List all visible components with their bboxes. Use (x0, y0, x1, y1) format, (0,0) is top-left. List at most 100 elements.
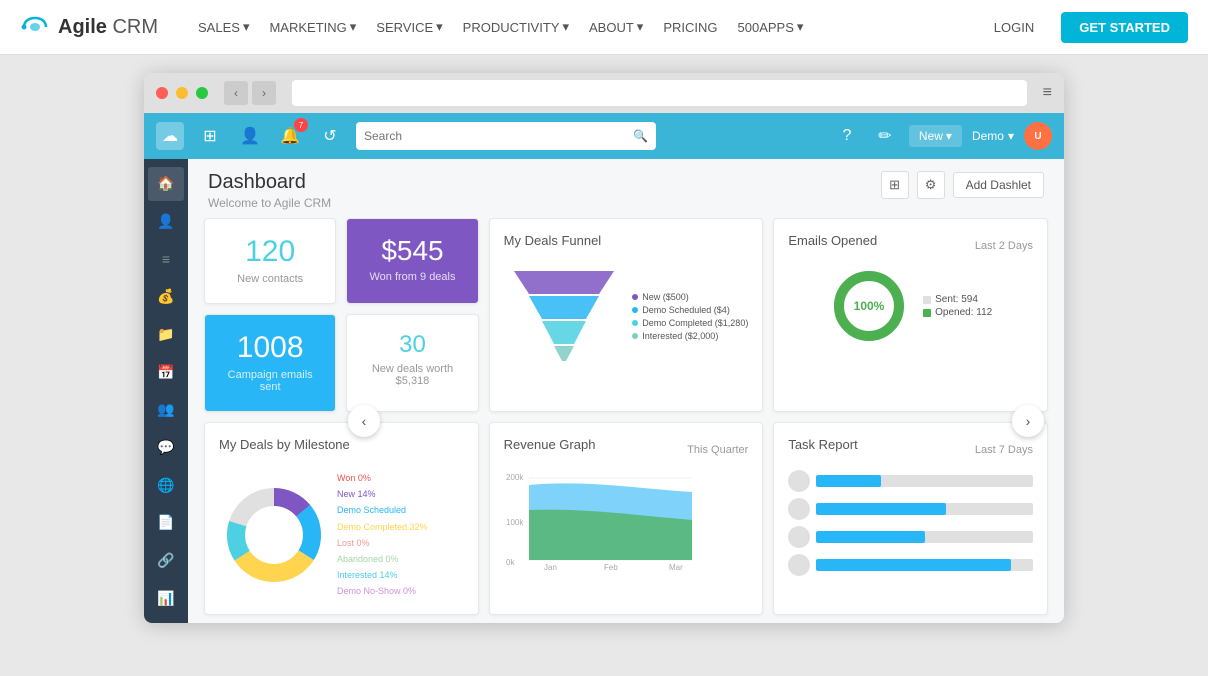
sidebar-share-icon[interactable]: 🔗 (148, 544, 184, 578)
task-bar-container-1 (816, 475, 1033, 487)
task-report-title: Task Report (788, 437, 857, 452)
task-row-4 (788, 554, 1033, 576)
sidebar-chat-icon[interactable]: 💬 (148, 431, 184, 465)
carousel-left-arrow[interactable]: ‹ (348, 405, 380, 437)
funnel-label-interested: Interested ($2,000) (632, 331, 748, 341)
task-bar-container-3 (816, 531, 1033, 543)
nav-pricing[interactable]: PRICING (663, 19, 717, 35)
sidebar-list-icon[interactable]: ≡ (148, 242, 184, 276)
nav-service[interactable]: SERVICE ▾ (376, 19, 442, 35)
funnel-title: My Deals Funnel (504, 233, 602, 248)
campaign-value: 1008 (219, 333, 321, 363)
funnel-chart: New ($500) Demo Scheduled ($4) (504, 266, 749, 366)
sidebar-team-icon[interactable]: 👥 (148, 393, 184, 427)
logo-light-text: CRM (107, 16, 158, 38)
crm-contacts-icon[interactable]: 👤 (236, 122, 264, 150)
task-bar-container-2 (816, 503, 1033, 515)
revenue-card: Revenue Graph This Quarter 200k 100k 0k (489, 422, 764, 615)
logo[interactable]: Agile CRM (20, 16, 158, 39)
stat-new-deals: 30 New deals worth $5,318 (346, 314, 478, 412)
crm-help-icon[interactable]: ? (833, 122, 861, 150)
svg-text:Mar: Mar (669, 563, 683, 570)
funnel-card-header: My Deals Funnel (504, 233, 749, 258)
stats-grid: 120 New contacts $545 Won from 9 deals (204, 218, 479, 412)
crm-cloud-icon[interactable]: ☁ (156, 122, 184, 150)
carousel-right-arrow[interactable]: › (1012, 405, 1044, 437)
crm-notifications-icon[interactable]: 🔔 7 (276, 122, 304, 150)
stat-new-contacts: 120 New contacts (204, 218, 336, 304)
browser-url-bar[interactable] (292, 80, 1027, 106)
crm-user-dropdown[interactable]: Demo ▾ (972, 129, 1014, 143)
nav-marketing[interactable]: MARKETING ▾ (269, 19, 356, 35)
email-opened-legend: Opened: 112 (923, 307, 992, 318)
get-started-button[interactable]: GET STARTED (1061, 12, 1188, 43)
notification-badge: 7 (294, 118, 308, 132)
revenue-period: This Quarter (687, 444, 748, 456)
browser-minimize-dot[interactable] (176, 87, 188, 99)
settings-icon[interactable]: ⚙ (917, 171, 945, 199)
revenue-chart-svg: 200k 100k 0k (504, 470, 694, 570)
crm-search-input[interactable] (364, 129, 629, 143)
task-row-3 (788, 526, 1033, 548)
crm-edit-icon[interactable]: ✏ (871, 122, 899, 150)
browser-close-dot[interactable] (156, 87, 168, 99)
svg-text:0k: 0k (506, 558, 515, 567)
task-avatar-2 (788, 498, 810, 520)
task-report-rows (788, 470, 1033, 576)
nav-sales[interactable]: SALES ▾ (198, 19, 249, 35)
task-report-header: Task Report Last 7 Days (788, 437, 1033, 462)
login-button[interactable]: LOGIN (982, 14, 1046, 41)
nav-productivity[interactable]: PRODUCTIVITY ▾ (463, 19, 569, 35)
milestone-content: Won 0% New 14% Demo Scheduled Demo Compl… (219, 470, 464, 600)
browser-menu-icon[interactable]: ≡ (1043, 84, 1052, 102)
svg-text:200k: 200k (506, 473, 524, 482)
crm-new-button[interactable]: New ▾ (909, 125, 962, 147)
milestone-interested: Interested 14% (337, 567, 428, 583)
milestone-demo-noshow: Demo No-Show 0% (337, 583, 428, 599)
page-header: Dashboard Welcome to Agile CRM ⊞ ⚙ Add D… (188, 159, 1064, 218)
crm-content-wrapper: ‹ › 120 New contacts (188, 218, 1064, 623)
sidebar-folder-icon[interactable]: 📁 (148, 318, 184, 352)
task-bar-container-4 (816, 559, 1033, 571)
task-row-2 (788, 498, 1033, 520)
sidebar-globe-icon[interactable]: 🌐 (148, 468, 184, 502)
sidebar-deals-icon[interactable]: 💰 (148, 280, 184, 314)
nav-right: LOGIN GET STARTED (982, 12, 1188, 43)
crm-topbar-right: ? ✏ New ▾ Demo ▾ U (833, 122, 1052, 150)
sidebar-calendar-icon[interactable]: 📅 (148, 355, 184, 389)
browser-forward-button[interactable]: › (252, 81, 276, 105)
nav-about[interactable]: ABOUT ▾ (589, 19, 643, 35)
milestone-won: Won 0% (337, 470, 428, 486)
email-sent-legend: Sent: 594 (923, 294, 992, 305)
browser-back-button[interactable]: ‹ (224, 81, 248, 105)
emails-card-header: Emails Opened Last 2 Days (788, 233, 1033, 258)
milestone-card-header: My Deals by Milestone (219, 437, 464, 462)
crm-refresh-icon[interactable]: ↺ (316, 122, 344, 150)
stat-campaign: 1008 Campaign emails sent (204, 314, 336, 412)
crm-app: ☁ ⊞ 👤 🔔 7 ↺ 🔍 ? ✏ New ▾ (144, 113, 1064, 623)
crm-search-bar: 🔍 (356, 122, 656, 150)
task-report-period: Last 7 Days (975, 444, 1033, 456)
milestone-demo-completed: Demo Completed 32% (337, 519, 428, 535)
crm-search-icon: 🔍 (633, 129, 648, 143)
stat-won: $545 Won from 9 deals (346, 218, 478, 304)
page-header-actions: ⊞ ⚙ Add Dashlet (881, 171, 1044, 199)
google-apps-icon[interactable]: ⊞ (881, 171, 909, 199)
sidebar-contacts-icon[interactable]: 👤 (148, 205, 184, 239)
sidebar-home-icon[interactable]: 🏠 (148, 167, 184, 201)
nav-500apps[interactable]: 500APPS ▾ (738, 19, 804, 35)
top-navigation: Agile CRM SALES ▾ MARKETING ▾ SERVICE ▾ … (0, 0, 1208, 55)
milestone-abandoned: Abandoned 0% (337, 551, 428, 567)
browser-maximize-dot[interactable] (196, 87, 208, 99)
deals-funnel-card: My Deals Funnel (489, 218, 764, 412)
svg-text:100k: 100k (506, 518, 524, 527)
page-subtitle: Welcome to Agile CRM (208, 196, 331, 210)
sidebar-document-icon[interactable]: 📄 (148, 506, 184, 540)
sidebar-reports-icon[interactable]: 📊 (148, 581, 184, 615)
add-dashlet-button[interactable]: Add Dashlet (953, 172, 1044, 198)
page-title-section: Dashboard Welcome to Agile CRM (208, 171, 331, 210)
funnel-label-demo-sched: Demo Scheduled ($4) (632, 305, 748, 315)
won-label: Won from 9 deals (361, 271, 463, 283)
add-dashlet-label: Add Dashlet (966, 178, 1031, 192)
crm-grid-icon[interactable]: ⊞ (196, 122, 224, 150)
